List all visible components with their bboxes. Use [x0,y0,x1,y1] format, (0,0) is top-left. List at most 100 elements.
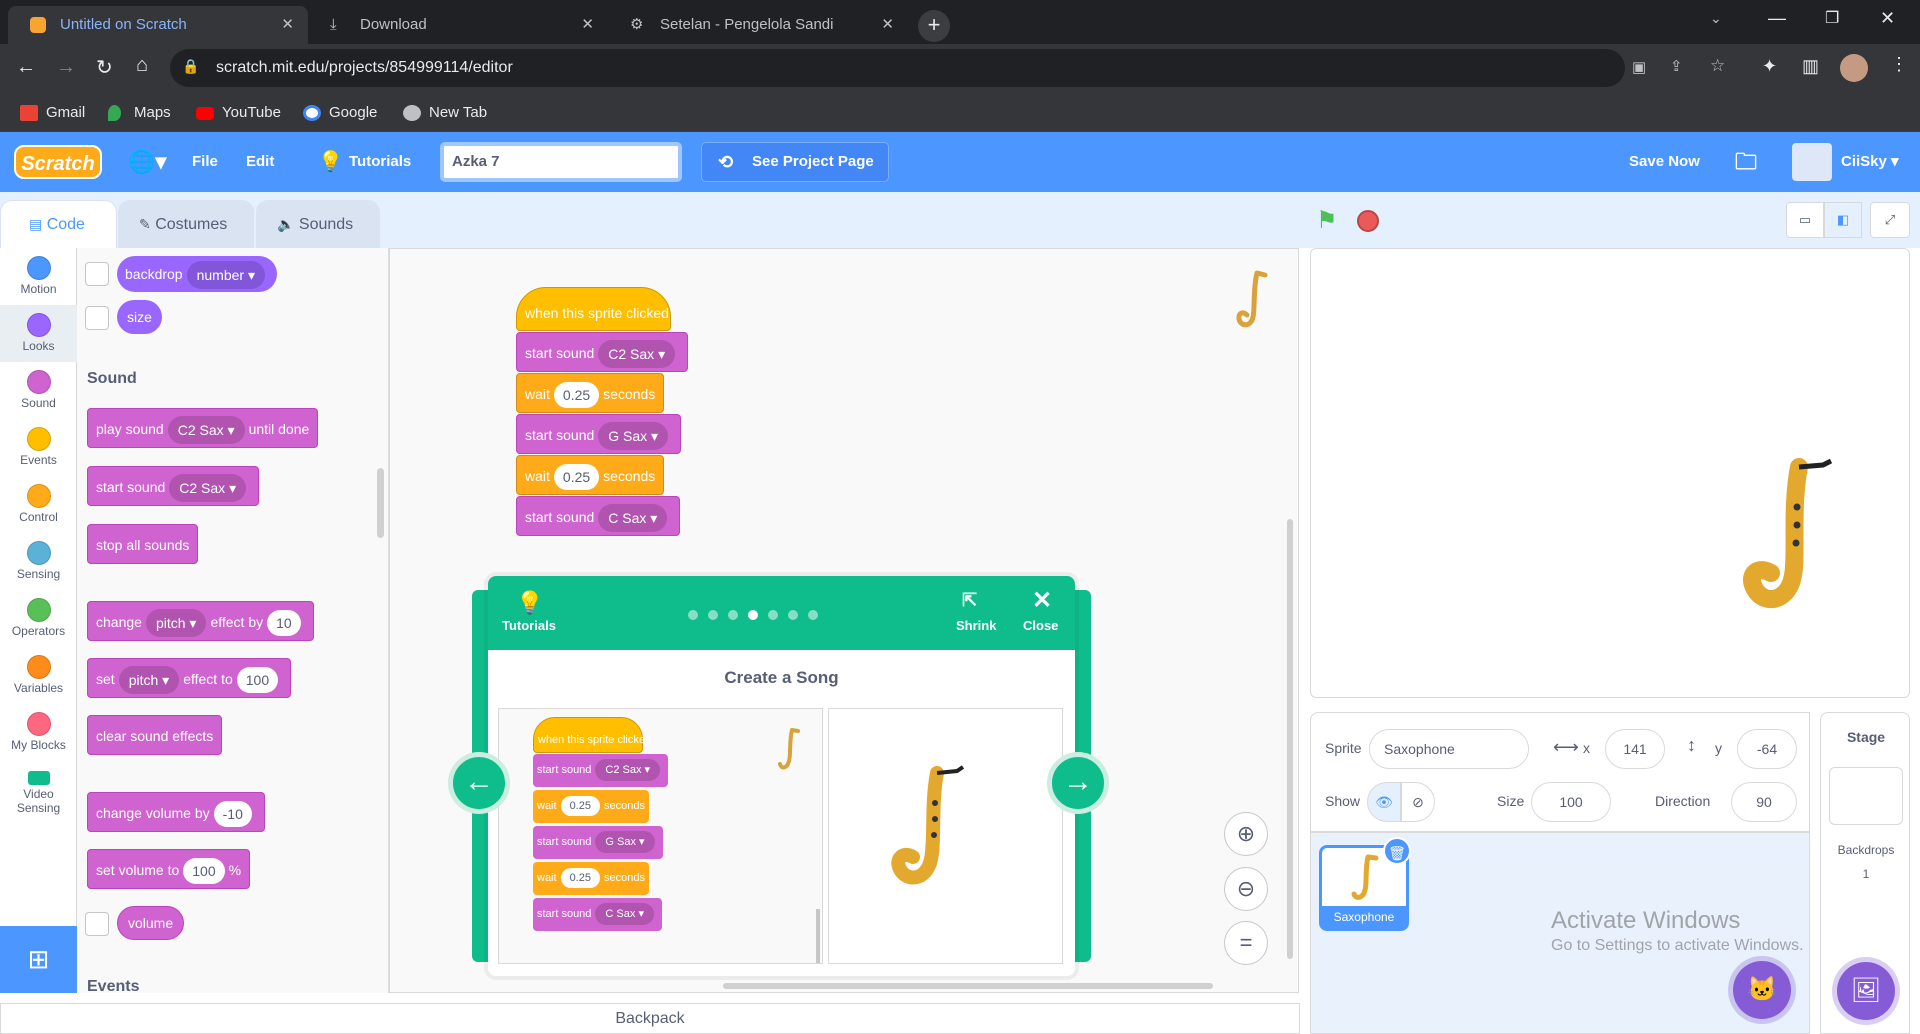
url-field[interactable]: 🔒 scratch.mit.edu/projects/854999114/edi… [170,49,1725,87]
sound-dropdown[interactable]: C2 Sax ▾ [167,416,245,445]
bookmark-gmail[interactable]: Gmail [20,94,85,132]
workspace-vertical-scrollbar[interactable] [1287,519,1293,959]
choose-sprite-cat-icon[interactable]: 🐱 [1733,961,1791,1019]
category-video-sensing[interactable]: Video Sensing [0,761,77,831]
size-input[interactable]: 100 [1531,782,1611,822]
browser-tab-download[interactable]: ⤓ Download ✕ [308,6,608,44]
bookmark-maps[interactable]: Maps [108,94,171,132]
language-globe-icon[interactable]: 🌐▾ [128,132,166,192]
volume-set-input[interactable]: 100 [183,858,225,885]
zoom-in-button[interactable]: ⊕ [1224,812,1268,856]
camera-blocked-icon[interactable]: ▣ [1632,58,1646,76]
close-window-icon[interactable]: ✕ [1880,8,1895,29]
tab-search-icon[interactable]: ⌄ [1710,10,1722,27]
tutorials-menu[interactable]: Tutorials [349,132,411,192]
zoom-reset-button[interactable]: = [1224,921,1268,965]
backdrop-monitor-checkbox[interactable] [85,262,109,286]
bookmark-google[interactable]: Google [303,94,377,132]
large-stage-button[interactable]: ◧ [1824,202,1862,238]
volume-reporter[interactable]: volume [117,906,185,940]
sprite-name-input[interactable]: Saxophone [1369,729,1529,769]
wait-input[interactable]: 0.25 [553,464,600,491]
stop-all-sounds-block[interactable]: stop all sounds [87,524,199,564]
shrink-button[interactable]: Shrink [956,618,996,633]
effect-dropdown[interactable]: pitch ▾ [145,609,207,638]
browser-tab-scratch[interactable]: Untitled on Scratch ✕ [8,6,308,44]
script-start-sound-block-3[interactable]: start sound C Sax ▾ [516,496,681,536]
backpack-bar[interactable]: Backpack [0,1003,1300,1034]
new-tab-button[interactable]: + [918,10,950,42]
volume-change-input[interactable]: -10 [213,801,252,828]
change-pitch-effect-block[interactable]: change pitch ▾ effect by 10 [87,601,314,641]
when-sprite-clicked-hat-block[interactable]: when this sprite clicked [516,287,671,331]
extensions-icon[interactable]: ✦ [1762,56,1777,77]
set-pitch-effect-block[interactable]: set pitch ▾ effect to 100 [87,658,292,698]
show-hidden-button[interactable]: ⊘ [1401,782,1435,822]
save-now-button[interactable]: Save Now [1629,132,1700,192]
set-volume-block[interactable]: set volume to 100% [87,849,251,889]
backdrop-thumbnail[interactable] [1829,767,1903,825]
scratch-logo[interactable]: Scratch [14,145,102,179]
choose-backdrop-icon[interactable]: 🖼 [1837,962,1895,1020]
reload-icon[interactable]: ↻ [96,55,113,80]
tutorials-button[interactable]: Tutorials [502,618,556,633]
step-dot[interactable] [728,610,738,620]
category-operators[interactable]: Operators [0,590,77,647]
green-flag-icon[interactable]: ⚑ [1316,206,1338,235]
my-stuff-folder-icon[interactable]: 🗀 [1735,132,1757,192]
project-title-input[interactable]: Azka 7 [440,142,682,182]
back-icon[interactable]: ← [16,56,36,79]
zoom-out-button[interactable]: ⊖ [1224,867,1268,911]
show-visible-button[interactable]: 👁 [1367,782,1401,822]
tutorial-next-button[interactable]: → [1047,752,1109,814]
step-dot[interactable] [708,610,718,620]
tab-code[interactable]: ▤ Code [0,200,117,248]
step-dot[interactable] [788,610,798,620]
bookmark-new-tab[interactable]: New Tab [403,94,487,132]
more-menu-icon[interactable]: ⋮ [1890,54,1908,75]
stop-sign-icon[interactable] [1357,210,1379,232]
effect-by-input[interactable]: 10 [267,610,301,637]
script-wait-block-1[interactable]: wait 0.25 seconds [516,373,665,413]
add-extension-button[interactable]: ⊞ [0,926,77,993]
step-dot[interactable] [688,610,698,620]
browser-tab-settings[interactable]: ⚙ Setelan - Pengelola Sandi ✕ [608,6,908,44]
sound-dropdown[interactable]: G Sax ▾ [598,422,669,451]
side-panel-icon[interactable]: ▥ [1802,56,1819,77]
script-start-sound-block-1[interactable]: start sound C2 Sax ▾ [516,332,689,372]
see-project-page-button[interactable]: ⟲ See Project Page [701,142,889,182]
direction-input[interactable]: 90 [1731,782,1797,822]
close-tab-icon[interactable]: ✕ [581,6,594,44]
share-icon[interactable]: ⇪ [1670,57,1683,75]
workspace-horizontal-scrollbar[interactable] [723,983,1213,989]
sound-dropdown[interactable]: C2 Sax ▾ [598,340,676,369]
y-position-input[interactable]: -64 [1737,729,1797,769]
sound-dropdown[interactable]: C Sax ▾ [598,504,668,533]
category-sensing[interactable]: Sensing [0,533,77,590]
play-sound-until-done-block[interactable]: play sound C2 Sax ▾ until done [87,408,319,448]
category-motion[interactable]: Motion [0,248,77,305]
step-dot[interactable] [808,610,818,620]
user-avatar[interactable] [1792,143,1832,181]
home-icon[interactable]: ⌂ [136,54,148,77]
start-sound-block[interactable]: start sound C2 Sax ▾ [87,466,260,506]
saxophone-sprite-icon[interactable] [1743,457,1843,617]
minimize-icon[interactable]: — [1768,8,1786,29]
tab-costumes[interactable]: ✎ Costumes [118,200,254,248]
close-tab-icon[interactable]: ✕ [881,6,894,44]
backdrop-number-reporter[interactable]: backdrop number ▾ [117,256,277,292]
tutorial-previous-button[interactable]: ← [448,752,510,814]
file-menu[interactable]: File [192,132,218,192]
category-sound[interactable]: Sound [0,362,77,419]
close-tab-icon[interactable]: ✕ [281,6,294,44]
step-dot-current[interactable] [748,610,758,620]
category-looks[interactable]: Looks [0,305,77,362]
category-variables[interactable]: Variables [0,647,77,704]
effect-to-input[interactable]: 100 [236,667,279,694]
delete-sprite-trash-icon[interactable]: 🗑 [1383,837,1411,865]
x-position-input[interactable]: 141 [1605,729,1665,769]
script-wait-block-2[interactable]: wait 0.25 seconds [516,455,665,495]
username-menu[interactable]: CiiSky ▾ [1841,132,1899,192]
profile-avatar[interactable] [1840,54,1868,82]
size-monitor-checkbox[interactable] [85,306,109,330]
